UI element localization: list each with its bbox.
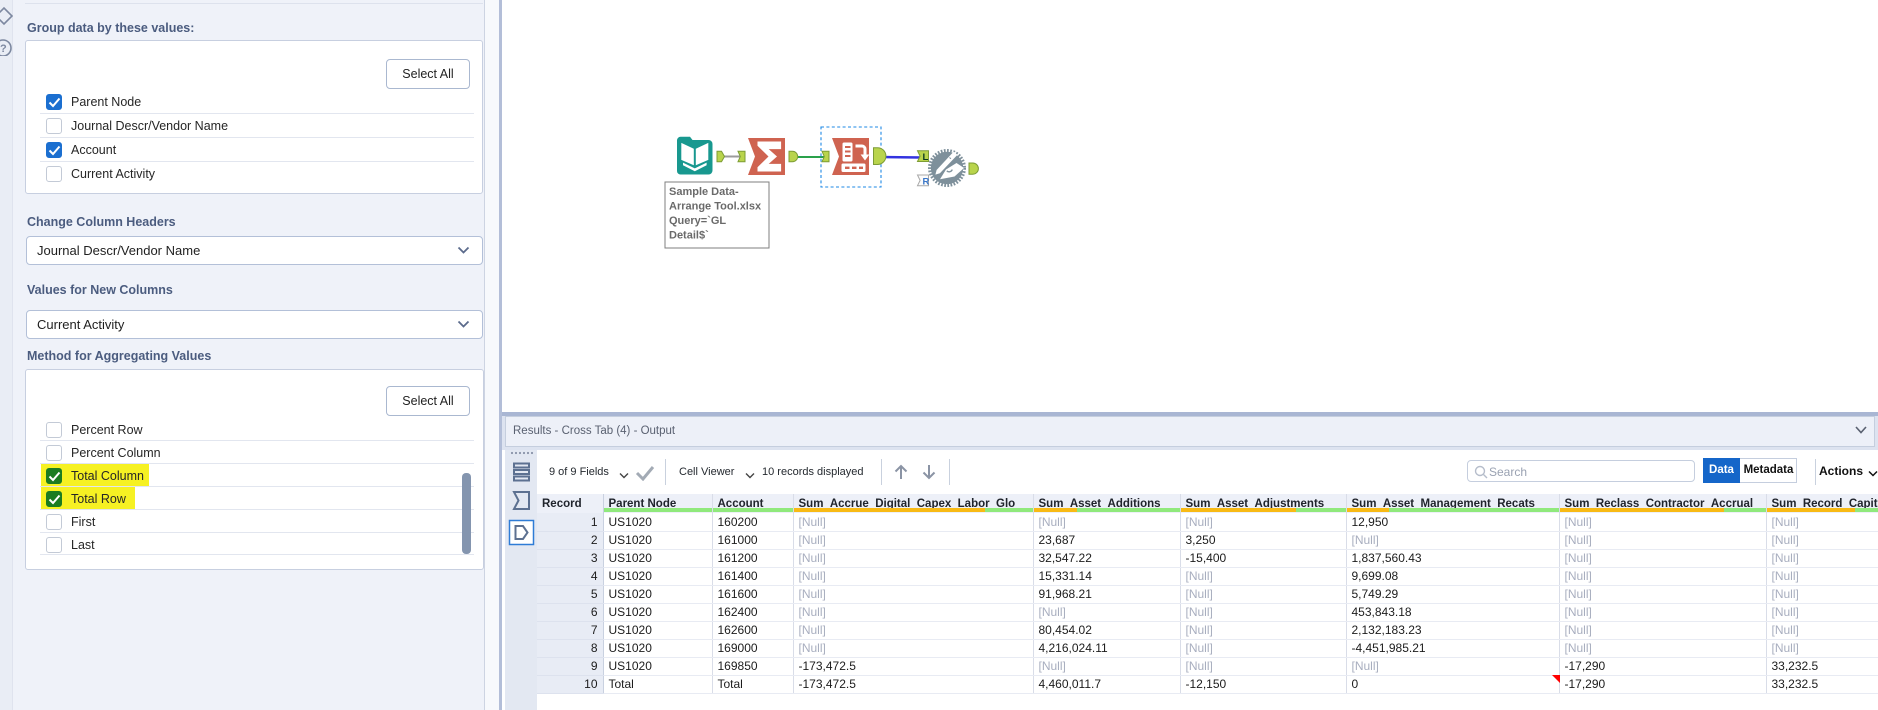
svg-text:R: R <box>923 176 930 187</box>
svg-text:Query=`GL: Query=`GL <box>669 215 726 227</box>
svg-text:Arrange Tool.xlsx: Arrange Tool.xlsx <box>669 201 762 213</box>
svg-text:?: ? <box>0 43 7 55</box>
svg-text:Detail$`: Detail$` <box>669 230 709 242</box>
svg-text:Sample Data-: Sample Data- <box>669 186 739 198</box>
svg-text:L: L <box>923 152 929 163</box>
